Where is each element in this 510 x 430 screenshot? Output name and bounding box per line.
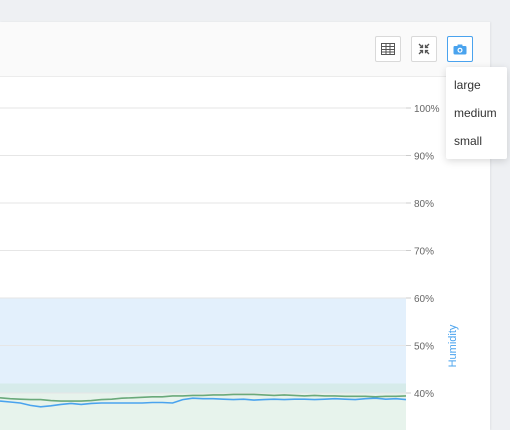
- menu-item-small[interactable]: small: [446, 127, 507, 155]
- table-icon: [381, 43, 395, 55]
- y-tick-label: 50%: [414, 342, 434, 353]
- y-tick-label: 90%: [414, 152, 434, 163]
- snapshot-size-menu: large medium small: [446, 67, 507, 159]
- compress-icon: [418, 43, 430, 55]
- menu-item-large[interactable]: large: [446, 71, 507, 99]
- fullscreen-button[interactable]: [411, 36, 437, 62]
- camera-icon: [453, 44, 467, 54]
- y-tick-label: 100%: [414, 104, 440, 115]
- chart-panel: 100% 90% 80% 70% 60% 50% 40% Humidity: [0, 22, 490, 430]
- y-tick-label: 40%: [414, 389, 434, 400]
- y-tick-label: 80%: [414, 199, 434, 210]
- chart-toolbar: [0, 22, 490, 77]
- plot-band-2: [0, 383, 406, 393]
- menu-item-medium[interactable]: medium: [446, 99, 507, 127]
- y-tick-label: 70%: [414, 247, 434, 258]
- snapshot-button[interactable]: [447, 36, 473, 62]
- y-axis-title: Humidity: [447, 324, 459, 367]
- table-view-button[interactable]: [375, 36, 401, 62]
- y-tick-label: 60%: [414, 294, 434, 305]
- humidity-chart: 100% 90% 80% 70% 60% 50% 40% Humidity: [0, 76, 490, 430]
- chart-svg: 100% 90% 80% 70% 60% 50% 40% Humidity: [0, 104, 459, 430]
